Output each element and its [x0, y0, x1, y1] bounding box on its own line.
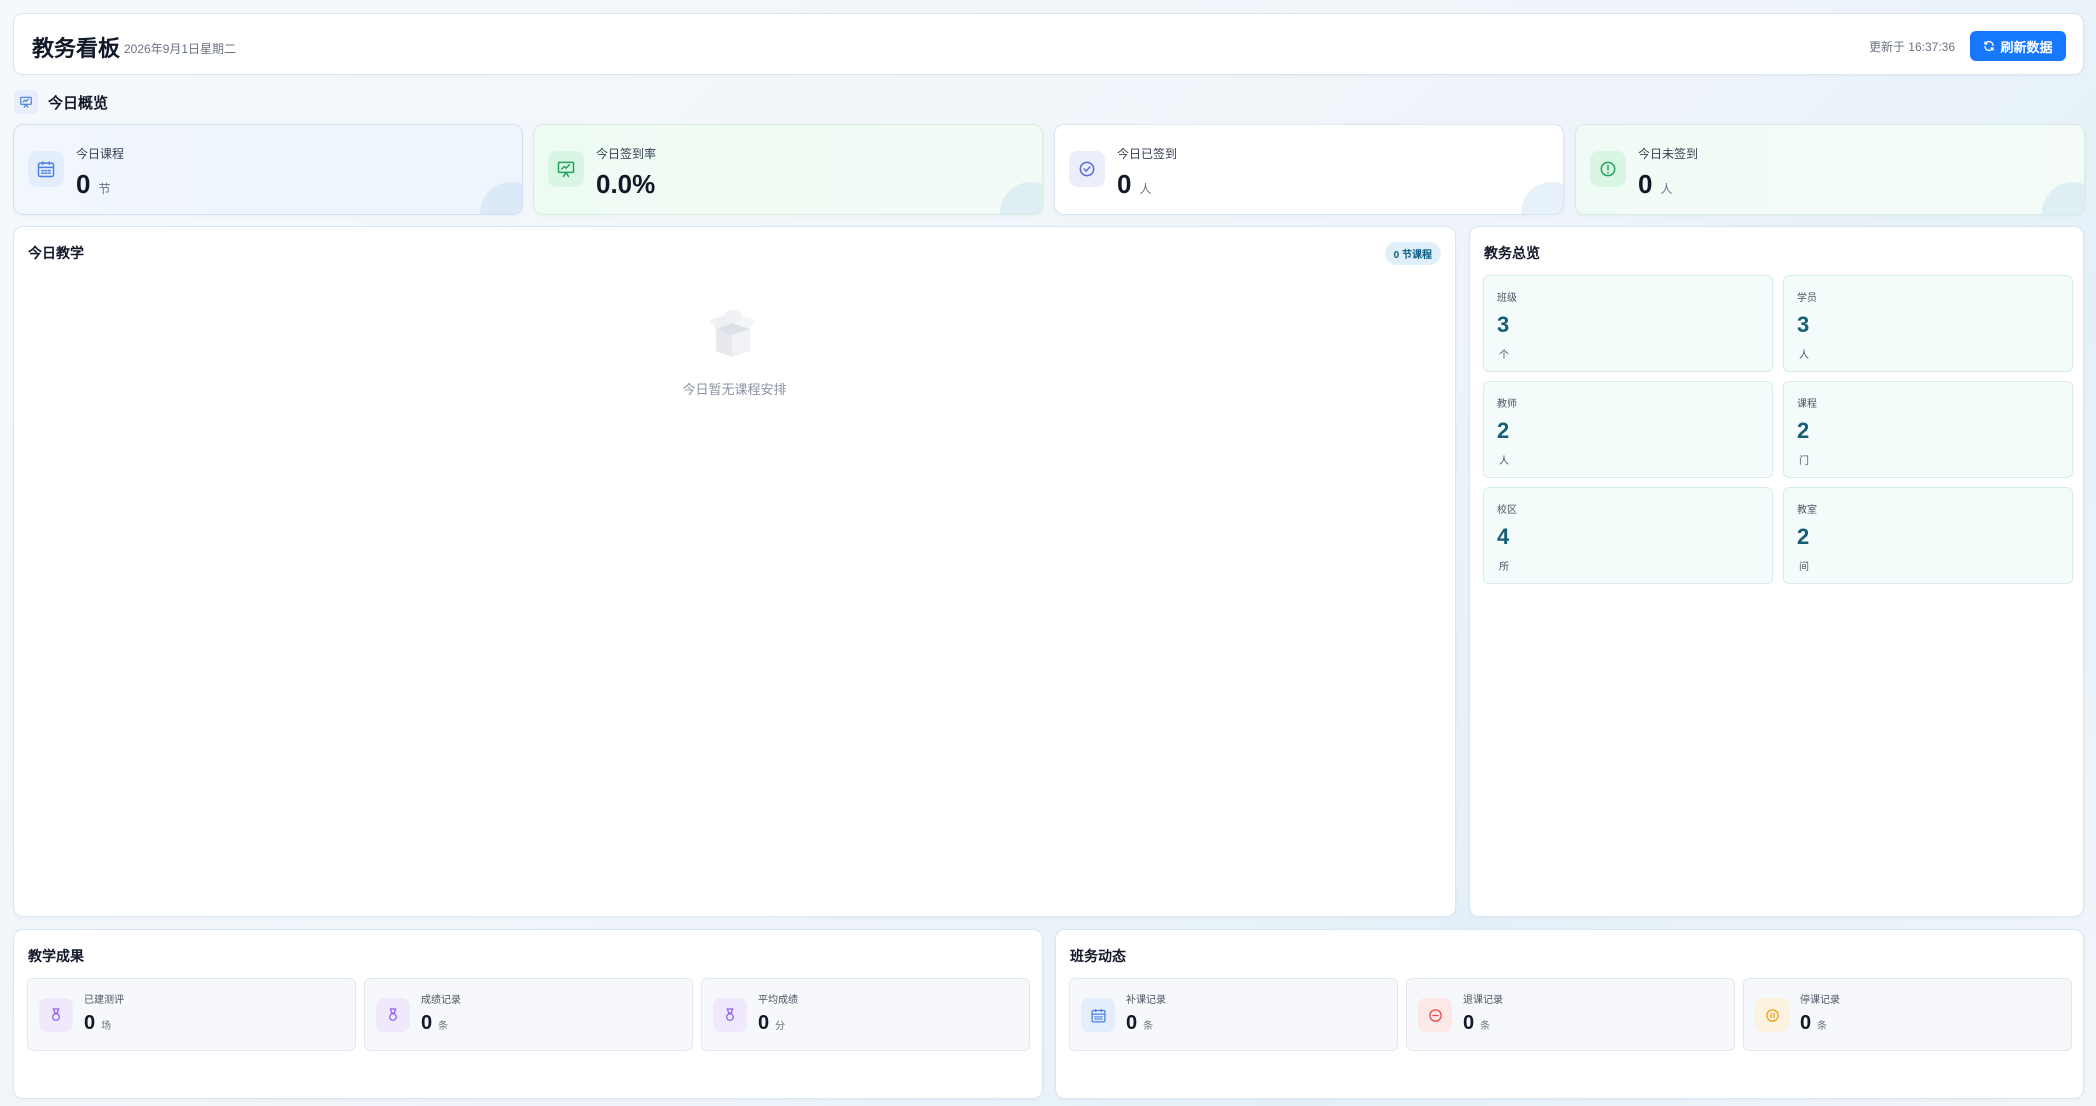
check-circle-icon: [1069, 151, 1105, 187]
stat-value: 0节: [76, 169, 111, 199]
decorative-circle: [1521, 182, 1563, 214]
item-value: 2: [1797, 418, 1810, 443]
result-item-assessments: 已建测评 0场: [27, 978, 356, 1051]
result-item-average-score: 平均成绩 0分: [701, 978, 1030, 1051]
result-item-score-records: 成绩记录 0条: [364, 978, 693, 1051]
item-value: 4: [1497, 524, 1510, 549]
overview-item-teachers: 教师 2 人: [1483, 381, 1773, 478]
calendar-icon: [28, 151, 64, 187]
item-unit: 人: [1799, 350, 1809, 361]
medal-icon: [376, 998, 410, 1032]
academic-overview-panel: 教务总览 班级 3 个 学员 3 人 教师 2 人 课程 2 门 校区 4 所 …: [1469, 226, 2084, 917]
page-title: 教务看板: [32, 36, 121, 61]
item-value: 0场: [84, 1012, 112, 1034]
item-value: 0条: [1126, 1012, 1154, 1034]
item-label: 退课记录: [1463, 995, 1503, 1006]
item-label: 平均成绩: [758, 995, 798, 1006]
overview-section-title: 今日概览: [14, 90, 108, 114]
stat-value: 0人: [1117, 169, 1152, 199]
decorative-circle: [480, 182, 522, 214]
item-label: 教师: [1497, 399, 1517, 410]
stat-label: 今日已签到: [1117, 147, 1178, 161]
item-unit: 所: [1499, 562, 1509, 573]
stat-label: 今日签到率: [596, 147, 657, 161]
today-teaching-panel: 今日教学 0 节课程 今日暂无课程安排: [13, 226, 1456, 917]
course-count-badge: 0 节课程: [1384, 242, 1441, 265]
item-value: 3: [1497, 312, 1510, 337]
item-value: 0条: [1463, 1012, 1491, 1034]
class-dynamics-panel: 班务动态 补课记录 0条 退课记录 0条 停课记录 0条: [1055, 929, 2084, 1099]
medal-icon: [39, 998, 73, 1032]
decorative-circle: [2042, 182, 2084, 214]
empty-box-icon: [710, 310, 756, 357]
medal-icon: [713, 998, 747, 1032]
refresh-label: 刷新数据: [2000, 39, 2053, 55]
panel-title: 教学成果: [28, 948, 84, 964]
item-label: 课程: [1797, 399, 1817, 410]
empty-state-text: 今日暂无课程安排: [682, 382, 787, 397]
teaching-results-panel: 教学成果 已建测评 0场 成绩记录 0条 平均成绩 0分: [13, 929, 1043, 1099]
overview-item-campuses: 校区 4 所: [1483, 487, 1773, 584]
item-label: 班级: [1497, 293, 1517, 304]
dynamic-item-withdrawal: 退课记录 0条: [1406, 978, 1735, 1051]
stat-value: 0.0%: [596, 169, 656, 199]
refresh-button[interactable]: 刷新数据: [1970, 31, 2066, 61]
dynamic-item-makeup: 补课记录 0条: [1069, 978, 1398, 1051]
stat-card-checkin-rate: 今日签到率 0.0%: [533, 124, 1043, 215]
item-label: 补课记录: [1126, 995, 1166, 1006]
pause-circle-icon: [1755, 998, 1789, 1032]
current-date: 2026年9月1日星期二: [124, 42, 237, 56]
item-label: 学员: [1797, 293, 1817, 304]
panel-title: 教务总览: [1484, 245, 1540, 261]
presentation-icon: [14, 90, 38, 114]
decorative-circle: [1000, 182, 1042, 214]
item-unit: 个: [1499, 350, 1509, 361]
item-label: 教室: [1797, 505, 1817, 516]
item-unit: 间: [1799, 562, 1809, 573]
item-label: 已建测评: [84, 995, 124, 1006]
item-unit: 门: [1799, 456, 1809, 467]
presentation-chart-icon: [548, 151, 584, 187]
overview-item-classes: 班级 3 个: [1483, 275, 1773, 372]
stat-label: 今日未签到: [1638, 147, 1699, 161]
header-bar: 教务看板 2026年9月1日星期二 更新于 16:37:36 刷新数据: [13, 13, 2084, 75]
item-value: 2: [1497, 418, 1510, 443]
updated-time: 更新于 16:37:36: [1868, 40, 1955, 54]
overview-item-courses: 课程 2 门: [1783, 381, 2073, 478]
item-value: 3: [1797, 312, 1810, 337]
item-value: 0条: [1800, 1012, 1828, 1034]
item-unit: 人: [1499, 456, 1509, 467]
dynamic-item-suspension: 停课记录 0条: [1743, 978, 2072, 1051]
refresh-icon: [1984, 40, 1995, 52]
calendar-icon: [1081, 998, 1115, 1032]
stat-value: 0人: [1638, 169, 1673, 199]
item-value: 2: [1797, 524, 1810, 549]
item-label: 校区: [1497, 505, 1517, 516]
overview-item-students: 学员 3 人: [1783, 275, 2073, 372]
panel-title: 班务动态: [1070, 948, 1126, 964]
panel-title: 今日教学: [28, 245, 84, 261]
minus-circle-icon: [1418, 998, 1452, 1032]
stat-card-checked-in: 今日已签到 0人: [1054, 124, 1564, 215]
section-title: 今日概览: [48, 94, 109, 112]
item-value: 0条: [421, 1012, 449, 1034]
item-label: 成绩记录: [421, 995, 461, 1006]
stat-card-not-checked-in: 今日未签到 0人: [1575, 124, 2085, 215]
overview-item-classrooms: 教室 2 间: [1783, 487, 2073, 584]
item-label: 停课记录: [1800, 995, 1840, 1006]
stat-label: 今日课程: [76, 147, 125, 161]
alert-circle-icon: [1590, 151, 1626, 187]
stat-card-today-courses: 今日课程 0节: [13, 124, 523, 215]
item-value: 0分: [758, 1012, 786, 1034]
